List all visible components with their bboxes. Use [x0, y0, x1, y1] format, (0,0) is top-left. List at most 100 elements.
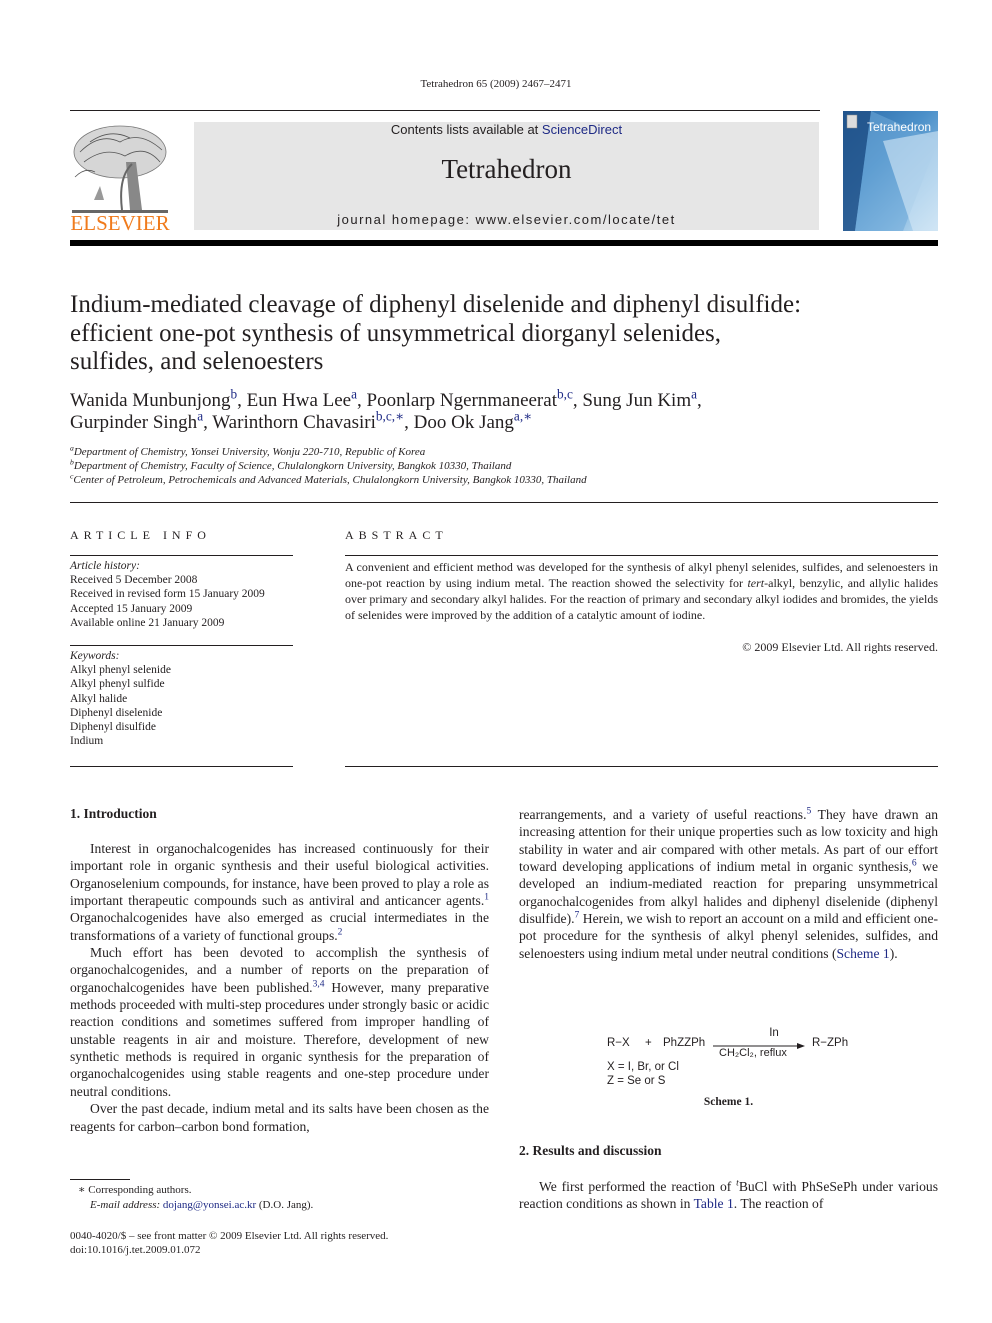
history-label: Article history:: [70, 560, 140, 572]
scheme-reagent: In: [769, 1027, 779, 1039]
divider: [70, 766, 293, 767]
title-line: Indium-mediated cleavage of diphenyl dis…: [70, 291, 802, 318]
text: rearrangements, and a variety of useful …: [519, 807, 807, 822]
affiliation-text: Department of Chemistry, Yonsei Universi…: [73, 446, 426, 458]
separator: ,: [697, 390, 702, 411]
scheme-reactant-2: PhZZPh: [663, 1037, 706, 1049]
paragraph: Much effort has been devoted to accompli…: [70, 944, 489, 1100]
scheme-reactant-1: R−X: [607, 1037, 630, 1049]
keyword: Alkyl phenyl selenide: [70, 664, 171, 677]
scheme-link[interactable]: Scheme 1: [837, 946, 890, 961]
paragraph: Over the past decade, indium metal and i…: [70, 1100, 489, 1135]
article-title: Indium-mediated cleavage of diphenyl dis…: [70, 291, 930, 377]
history-item: Received in revised form 15 January 2009: [70, 588, 265, 601]
citation-link[interactable]: 1: [484, 893, 489, 903]
title-line: efficient one-pot synthesis of unsymmetr…: [70, 319, 722, 347]
author-affiliation-marker[interactable]: b,c,∗: [376, 408, 404, 423]
sciencedirect-link[interactable]: ScienceDirect: [542, 122, 622, 137]
text: We first performed the reaction of: [539, 1179, 737, 1194]
elsevier-logo[interactable]: ELSEVIER: [70, 122, 170, 235]
history-item: Available online 21 January 2009: [70, 616, 225, 629]
paragraph: Interest in organochalcogenides has incr…: [70, 840, 489, 944]
text: However, many preparative methods procee…: [70, 979, 489, 1099]
email-suffix: (D.O. Jang).: [256, 1199, 314, 1211]
scheme-note-z: Z = Se or S: [607, 1075, 666, 1087]
journal-homepage-link[interactable]: journal homepage: www.elsevier.com/locat…: [194, 212, 819, 227]
separator: ,: [404, 411, 414, 433]
affiliation: cCenter of Petroleum, Petrochemicals and…: [70, 472, 930, 487]
keyword: Alkyl halide: [70, 692, 128, 705]
scheme-note-x: X = I, Br, or Cl: [607, 1061, 679, 1073]
keyword: Indium: [70, 735, 104, 748]
cover-title: Tetrahedron: [867, 120, 932, 134]
top-rule: [70, 110, 820, 111]
contents-line: Contents lists available at ScienceDirec…: [194, 122, 819, 137]
results-body: We first performed the reaction of tBuCl…: [519, 1178, 938, 1213]
author[interactable]: Sung Jun Kim: [582, 390, 691, 411]
separator: ,: [203, 411, 213, 433]
doi-line[interactable]: doi:10.1016/j.tet.2009.01.072: [70, 1243, 500, 1257]
separator: ,: [237, 390, 247, 411]
header-thick-rule: [70, 240, 938, 246]
affiliation: bDepartment of Chemistry, Faculty of Sci…: [70, 458, 930, 473]
author-affiliation-marker[interactable]: a,∗: [514, 408, 532, 423]
author[interactable]: Warinthorn Chavasiri: [212, 412, 376, 433]
email-link[interactable]: dojang@yonsei.ac.kr: [163, 1199, 256, 1211]
abstract-text: A convenient and efficient method was de…: [345, 559, 938, 623]
scheme-1-figure: R−X + PhZZPh In CH₂Cl₂, reflux R−ZPh X =…: [605, 1027, 865, 1097]
journal-cover-image[interactable]: Tetrahedron: [843, 111, 938, 231]
issn-line: 0040-4020/$ – see front matter © 2009 El…: [70, 1230, 389, 1242]
divider: [70, 502, 938, 503]
keyword: Alkyl phenyl sulfide: [70, 678, 165, 691]
journal-masthead: Contents lists available at ScienceDirec…: [194, 122, 819, 230]
affiliations: aDepartment of Chemistry, Yonsei Univers…: [70, 444, 930, 487]
left-column-body: Interest in organochalcogenides has incr…: [70, 840, 489, 1135]
history-item: Accepted 15 January 2009: [70, 602, 193, 615]
front-matter: 0040-4020/$ – see front matter © 2009 El…: [70, 1229, 500, 1257]
abstract-copyright: © 2009 Elsevier Ltd. All rights reserved…: [742, 640, 938, 654]
journal-title: Tetrahedron: [441, 154, 572, 184]
table-link[interactable]: Table 1: [694, 1196, 734, 1211]
author[interactable]: Eun Hwa Lee: [247, 390, 351, 411]
scheme-product: R−ZPh: [812, 1037, 849, 1049]
scheme-plus: +: [645, 1037, 652, 1049]
keywords-label: Keywords:: [70, 650, 120, 662]
text: . The reaction of: [733, 1196, 824, 1212]
keyword: Diphenyl diselenide: [70, 706, 163, 719]
history-item: Received 5 December 2008: [70, 574, 198, 587]
right-column-body: rearrangements, and a variety of useful …: [519, 806, 938, 962]
separator: ,: [572, 390, 583, 411]
affiliation: aDepartment of Chemistry, Yonsei Univers…: [70, 444, 930, 459]
article-info-heading: ARTICLE INFO: [70, 528, 211, 542]
text: ).: [889, 945, 898, 961]
affiliation-text: Department of Chemistry, Faculty of Scie…: [73, 460, 512, 472]
text: Organochalcogenides have also emerged as…: [70, 910, 489, 943]
footnote-divider: [70, 1179, 130, 1180]
text: Interest in organochalcogenides has incr…: [70, 841, 489, 909]
divider: [345, 555, 938, 556]
scheme-caption: Scheme 1.: [703, 1096, 754, 1108]
citation-link[interactable]: 2: [338, 927, 343, 937]
citation-link[interactable]: 3,4: [313, 979, 325, 989]
elsevier-tree-icon: [72, 125, 168, 213]
paragraph: rearrangements, and a variety of useful …: [519, 806, 938, 962]
author[interactable]: Wanida Munbunjong: [70, 390, 230, 411]
separator: ,: [357, 390, 367, 411]
contents-prefix: Contents lists available at: [390, 122, 542, 137]
footnotes: ∗ Corresponding authors. E-mail address:…: [70, 1183, 500, 1213]
author-affiliation-marker[interactable]: b,c: [557, 387, 573, 402]
corresponding-note: ∗ Corresponding authors.: [78, 1184, 192, 1196]
title-line: sulfides, and selenoesters: [70, 348, 324, 375]
author[interactable]: Gurpinder Singh: [70, 412, 197, 433]
divider: [70, 645, 293, 646]
paragraph: We first performed the reaction of tBuCl…: [519, 1178, 938, 1213]
running-head: Tetrahedron 65 (2009) 2467–2471: [420, 78, 572, 90]
email-label: E-mail address:: [90, 1199, 163, 1211]
elsevier-wordmark: ELSEVIER: [70, 211, 170, 235]
divider: [70, 555, 293, 556]
abstract-italic: tert: [747, 576, 765, 590]
author[interactable]: Doo Ok Jang: [414, 412, 514, 433]
scheme-conditions: CH₂Cl₂, reflux: [719, 1047, 787, 1059]
abstract-heading: ABSTRACT: [345, 528, 448, 542]
article-history: Article history: Received 5 December 200…: [70, 559, 293, 630]
